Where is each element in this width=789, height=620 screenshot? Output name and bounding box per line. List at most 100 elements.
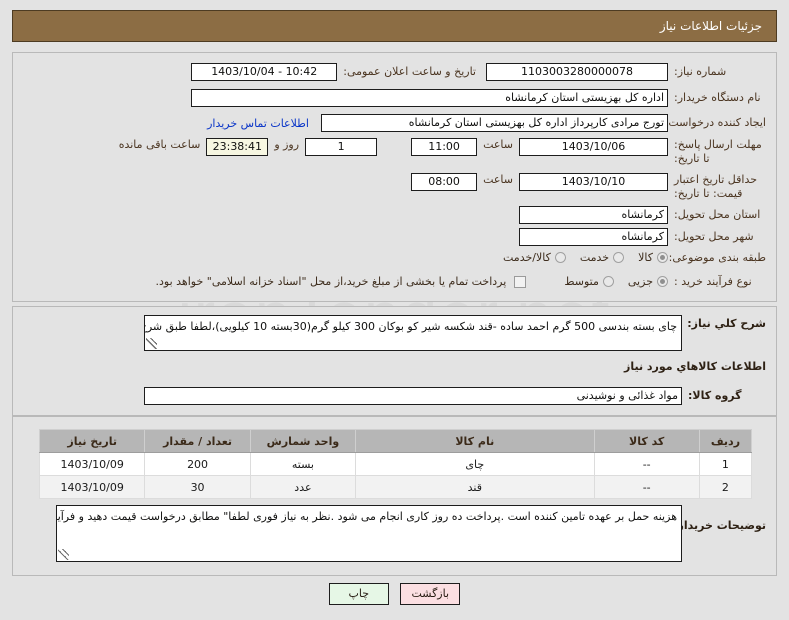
goods-group-label: گروه کالا: bbox=[688, 389, 742, 403]
row-goods-group: گروه کالا: مواد غذائی و نوشیدنی bbox=[144, 387, 766, 405]
countdown-label: ساعت باقی مانده bbox=[118, 138, 201, 151]
public-announce-label: تاریخ و ساعت اعلان عمومی: bbox=[343, 65, 476, 79]
page-header-bar: جزئیات اطلاعات نیاز bbox=[12, 10, 777, 42]
radio-medium-label: متوسط bbox=[564, 275, 599, 289]
price-validity-time: 08:00 bbox=[411, 173, 478, 191]
cell-row: 2 bbox=[698, 475, 753, 499]
radio-minor-icon[interactable] bbox=[657, 276, 668, 288]
radio-option-goods-service[interactable]: کالا/خدمت bbox=[503, 251, 566, 264]
radio-goods-icon[interactable] bbox=[657, 252, 668, 264]
public-announce-value: 10:42 - 1403/10/04 bbox=[191, 63, 338, 81]
th-code: کد کالا bbox=[593, 429, 700, 453]
cell-date: 1403/10/09 bbox=[38, 452, 146, 476]
row-buyer-org: نام دستگاه خریدار: اداره کل بهزیستی استا… bbox=[191, 89, 766, 107]
row-need-number: شماره نیاز: 1103003280000078 bbox=[486, 63, 766, 81]
days-separator-label: روز و bbox=[274, 138, 300, 151]
th-unit: واحد شمارش bbox=[249, 429, 357, 453]
th-date: تاریخ نیاز bbox=[38, 429, 146, 453]
goods-group-value: مواد غذائی و نوشیدنی bbox=[144, 387, 682, 405]
price-validity-time-label: ساعت bbox=[483, 173, 513, 186]
row-response-deadline: مهلت ارسال پاسخ: تا تاریخ: 1403/10/06 سا… bbox=[119, 138, 766, 166]
back-button[interactable]: بازگشت bbox=[400, 583, 461, 605]
description-panel: شرح کلي نياز: چای بسته بندسی 500 گرم احم… bbox=[12, 306, 777, 416]
radio-service-icon[interactable] bbox=[613, 252, 625, 264]
response-deadline-days: 1 bbox=[305, 138, 378, 156]
cell-unit: عدد bbox=[249, 475, 357, 499]
cell-name: قند bbox=[355, 475, 595, 499]
row-need-summary: شرح کلي نياز: چای بسته بندسی 500 گرم احم… bbox=[144, 315, 766, 351]
row-requester: ایجاد کننده درخواست: تورج مرادی کارپرداز… bbox=[207, 114, 766, 132]
delivery-province-value: کرمانشاه bbox=[519, 206, 668, 224]
buyer-notes-textarea[interactable]: هزینه حمل بر عهده تامین کننده است .پرداخ… bbox=[56, 505, 682, 562]
row-items-info-title: اطلاعات کالاهاي مورد نیاز bbox=[624, 360, 766, 374]
page-root: iranTender.net جزئیات اطلاعات نیاز شماره… bbox=[0, 0, 789, 620]
treasury-bond-checkbox-icon[interactable] bbox=[514, 275, 527, 288]
price-validity-date: 1403/10/10 bbox=[519, 173, 668, 191]
button-bar: بازگشت چاپ bbox=[0, 583, 789, 605]
items-table: ردیف کد کالا نام کالا واحد شمارش تعداد /… bbox=[38, 429, 753, 499]
row-delivery-city: شهر محل تحویل: کرمانشاه bbox=[519, 228, 766, 246]
delivery-city-value: کرمانشاه bbox=[519, 228, 668, 246]
buyer-org-label: نام دستگاه خریدار: bbox=[674, 91, 761, 105]
buyer-notes-label: توضیحات خریدار: bbox=[673, 519, 766, 532]
th-name: نام کالا bbox=[355, 429, 595, 453]
resize-grip-icon[interactable] bbox=[146, 338, 157, 349]
row-purchase-type: نوع فرآیند خرید : جزیی متوسط پرداخت تمام… bbox=[142, 275, 766, 289]
radio-service-label: خدمت bbox=[579, 251, 610, 265]
row-buyer-notes: توضیحات خریدار: هزینه حمل بر عهده تامین … bbox=[56, 505, 766, 562]
radio-goods-label: کالا bbox=[638, 251, 653, 265]
table-row: 1 -- چای بسته 200 1403/10/09 bbox=[38, 452, 753, 476]
items-panel: ردیف کد کالا نام کالا واحد شمارش تعداد /… bbox=[12, 416, 777, 576]
delivery-province-label: استان محل تحویل: bbox=[674, 208, 761, 222]
subject-category-label: طبقه بندی موضوعی: bbox=[668, 251, 766, 264]
cell-qty: 200 bbox=[144, 452, 251, 476]
treasury-bond-label: پرداخت تمام یا بخشی از مبلغ خرید،از محل … bbox=[155, 275, 507, 289]
radio-option-goods[interactable]: کالا bbox=[638, 251, 668, 264]
resize-grip-icon[interactable] bbox=[58, 549, 69, 560]
buyer-org-value: اداره کل بهزیستی استان کرمانشاه bbox=[191, 89, 668, 107]
buyer-contact-link[interactable]: اطلاعات تماس خریدار bbox=[207, 117, 309, 130]
radio-medium-icon[interactable] bbox=[602, 276, 614, 288]
response-deadline-time: 11:00 bbox=[411, 138, 478, 156]
print-button[interactable]: چاپ bbox=[328, 583, 389, 605]
cell-qty: 30 bbox=[144, 475, 251, 499]
cell-code: -- bbox=[593, 452, 700, 476]
cell-date: 1403/10/09 bbox=[38, 475, 146, 499]
table-row: 2 -- قند عدد 30 1403/10/09 bbox=[38, 475, 753, 499]
treasury-bond-checkbox-group[interactable]: پرداخت تمام یا بخشی از مبلغ خرید،از محل … bbox=[156, 275, 527, 288]
response-deadline-label: مهلت ارسال پاسخ: تا تاریخ: bbox=[674, 138, 762, 165]
response-deadline-time-label: ساعت bbox=[483, 138, 513, 151]
cell-name: چای bbox=[355, 452, 595, 476]
radio-minor-label: جزیی bbox=[627, 275, 653, 289]
need-number-label: شماره نیاز: bbox=[674, 65, 727, 79]
requester-label: ایجاد کننده درخواست: bbox=[664, 116, 766, 130]
radio-option-service[interactable]: خدمت bbox=[579, 251, 625, 265]
items-info-title: اطلاعات کالاهاي مورد نیاز bbox=[624, 360, 766, 373]
radio-goods-service-label: کالا/خدمت bbox=[503, 251, 551, 265]
radio-option-medium[interactable]: متوسط bbox=[564, 275, 614, 288]
row-public-announce: تاریخ و ساعت اعلان عمومی: 10:42 - 1403/1… bbox=[191, 63, 476, 81]
table-header-row: ردیف کد کالا نام کالا واحد شمارش تعداد /… bbox=[38, 429, 753, 453]
cell-row: 1 bbox=[698, 452, 753, 476]
need-summary-text: چای بسته بندسی 500 گرم احمد ساده -قند شک… bbox=[145, 320, 677, 333]
radio-option-minor[interactable]: جزیی bbox=[628, 275, 668, 288]
delivery-city-label: شهر محل تحویل: bbox=[674, 230, 754, 244]
cell-unit: بسته bbox=[249, 452, 357, 476]
row-subject-category: طبقه بندی موضوعی: کالا خدمت کالا/خدمت bbox=[489, 251, 766, 265]
need-number-value: 1103003280000078 bbox=[486, 63, 668, 81]
main-info-panel: شماره نیاز: 1103003280000078 تاریخ و ساع… bbox=[12, 52, 777, 302]
purchase-type-label: نوع فرآیند خرید : bbox=[674, 275, 752, 288]
row-price-validity: حداقل تاریخ اعتبار قیمت: تا تاریخ: 1403/… bbox=[411, 173, 766, 201]
countdown-value: 23:38:41 bbox=[206, 138, 269, 156]
response-deadline-date: 1403/10/06 bbox=[519, 138, 668, 156]
requester-value: تورج مرادی کارپرداز اداره کل بهزیستی است… bbox=[321, 114, 668, 132]
cell-code: -- bbox=[593, 475, 700, 499]
need-summary-label: شرح کلي نياز: bbox=[687, 317, 766, 330]
th-row: ردیف bbox=[698, 429, 753, 453]
row-delivery-province: استان محل تحویل: کرمانشاه bbox=[519, 206, 766, 224]
th-qty: تعداد / مقدار bbox=[144, 429, 251, 453]
page-title: جزئیات اطلاعات نیاز bbox=[659, 19, 762, 33]
need-summary-textarea[interactable]: چای بسته بندسی 500 گرم احمد ساده -قند شک… bbox=[144, 315, 682, 351]
price-validity-label: حداقل تاریخ اعتبار قیمت: تا تاریخ: bbox=[674, 173, 758, 200]
radio-goods-service-icon[interactable] bbox=[554, 252, 566, 264]
